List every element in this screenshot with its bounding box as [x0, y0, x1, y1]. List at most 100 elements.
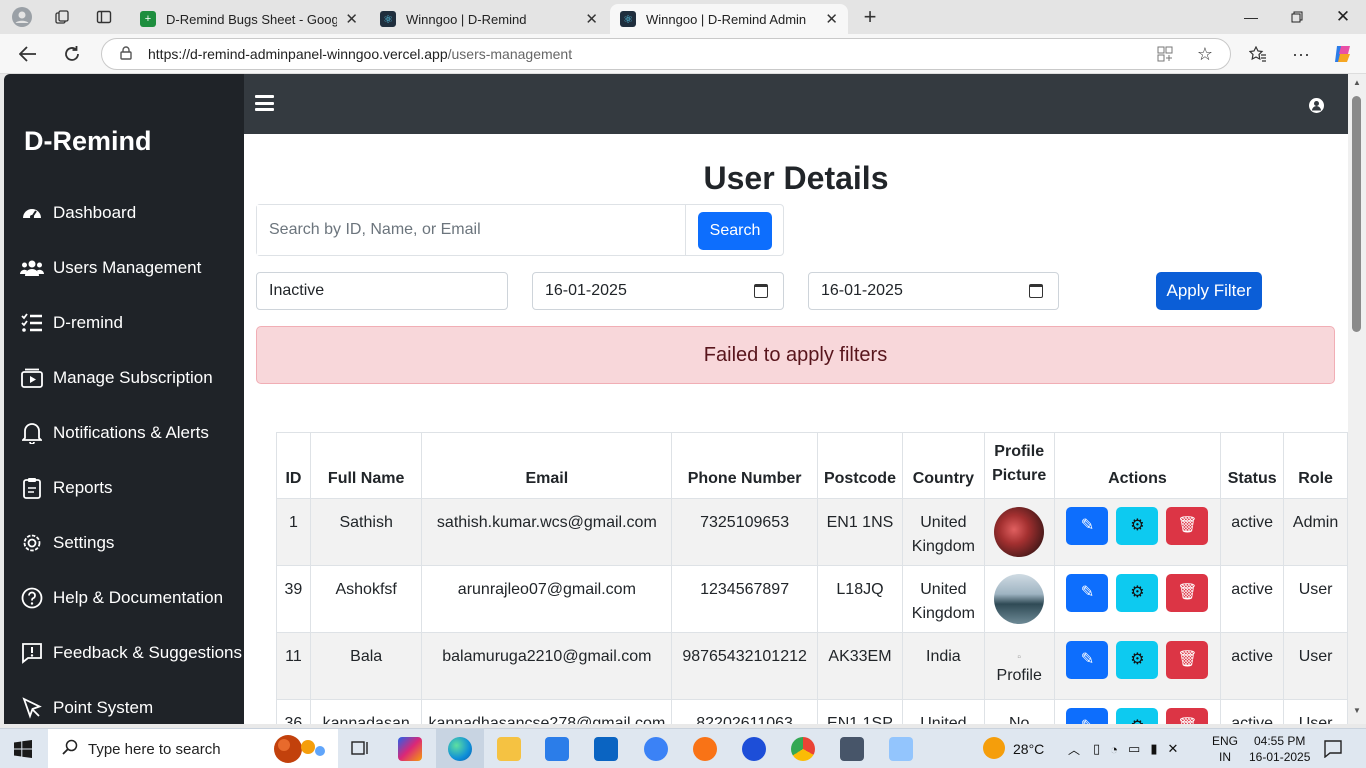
sidebar-item-notifications[interactable]: Notifications & Alerts — [20, 418, 209, 448]
sidebar-item-settings[interactable]: Settings — [20, 528, 114, 558]
sidebar-item-users-management[interactable]: Users Management — [20, 253, 201, 283]
settings-button[interactable]: ⚙ — [1116, 507, 1159, 545]
header-country[interactable]: Country — [901, 432, 985, 499]
delete-button[interactable]: 🗑 — [1166, 641, 1209, 679]
outlook-app-icon[interactable] — [594, 737, 618, 761]
close-tab-icon[interactable]: ✕ — [585, 10, 598, 28]
battery-icon[interactable]: ▮ — [1150, 741, 1157, 757]
site-info-icon[interactable] — [120, 45, 132, 63]
profile-icon[interactable] — [11, 6, 33, 28]
header-status[interactable]: Status — [1220, 432, 1285, 499]
cell-status: active — [1220, 565, 1285, 633]
notification-center-icon[interactable] — [1324, 740, 1342, 763]
edit-button[interactable]: ✎ — [1066, 708, 1109, 724]
sidebar-item-manage-subscription[interactable]: Manage Subscription — [20, 363, 213, 393]
close-tab-icon[interactable]: ✕ — [825, 10, 838, 28]
header-id[interactable]: ID — [276, 432, 311, 499]
app-icon-dark-blue[interactable] — [742, 737, 766, 761]
delete-button[interactable]: 🗑 — [1166, 574, 1209, 612]
edit-button[interactable]: ✎ — [1066, 574, 1109, 612]
url-field[interactable]: https://d-remind-adminpanel-winngoo.verc… — [101, 38, 1231, 70]
main-content: User Details Search Inactive 16-01-2025 … — [244, 134, 1348, 724]
status-filter-select[interactable]: Inactive — [256, 272, 508, 310]
settings-button[interactable]: ⚙ — [1116, 641, 1159, 679]
header-profile-picture[interactable]: Profile Picture — [983, 432, 1055, 499]
sidebar-item-feedback[interactable]: Feedback & Suggestions — [20, 638, 242, 668]
apply-filter-button[interactable]: Apply Filter — [1156, 272, 1262, 310]
taskbar-search-placeholder: Type here to search — [88, 740, 221, 758]
app-icon-light[interactable] — [889, 737, 913, 761]
sidebar-item-point-system[interactable]: Point System — [20, 693, 153, 723]
calendar-icon[interactable] — [1029, 284, 1043, 298]
tab-actions-icon[interactable] — [93, 6, 115, 28]
edit-button[interactable]: ✎ — [1066, 641, 1109, 679]
favorite-star-icon[interactable]: ☆ — [1192, 42, 1218, 66]
delete-button[interactable]: 🗑 — [1166, 708, 1209, 724]
back-icon[interactable] — [15, 42, 41, 66]
search-button[interactable]: Search — [698, 212, 772, 250]
app-available-icon[interactable] — [1152, 42, 1178, 66]
header-phone[interactable]: Phone Number — [671, 432, 818, 499]
hamburger-menu-icon[interactable] — [255, 95, 274, 111]
new-tab-icon[interactable]: + — [859, 4, 881, 29]
cell-actions: ✎ ⚙ 🗑 — [1053, 565, 1222, 633]
app-icon-blue[interactable] — [644, 737, 668, 761]
page-scrollbar[interactable]: ▲ ▼ — [1348, 74, 1366, 724]
workspaces-icon[interactable] — [51, 6, 73, 28]
tray-chevron-icon[interactable]: ︿ — [1068, 729, 1080, 768]
app-icon-orange[interactable] — [693, 737, 717, 761]
scroll-down-icon[interactable]: ▼ — [1353, 706, 1361, 715]
file-explorer-icon[interactable] — [497, 737, 521, 761]
date-from-field[interactable]: 16-01-2025 — [532, 272, 784, 310]
search-input[interactable] — [257, 205, 686, 255]
refresh-icon[interactable] — [59, 42, 85, 66]
scrollbar-thumb[interactable] — [1352, 96, 1361, 332]
sidebar-item-dashboard[interactable]: Dashboard — [20, 198, 136, 228]
close-tab-icon[interactable]: ✕ — [345, 10, 358, 28]
temperature-text[interactable]: 28°C — [1013, 729, 1044, 768]
restore-icon[interactable] — [1274, 4, 1320, 30]
more-menu-icon[interactable]: ··· — [1288, 42, 1314, 66]
close-window-icon[interactable]: ✕ — [1320, 4, 1366, 30]
tab-winngoo-admin[interactable]: ⚛ Winngoo | D-Remind Admin ✕ — [610, 4, 848, 34]
volume-mute-icon[interactable]: ✕ — [1167, 741, 1178, 757]
network-icon[interactable]: ◔ — [1110, 742, 1118, 757]
display-icon[interactable]: ▭ — [1128, 741, 1140, 757]
edit-button[interactable]: ✎ — [1066, 507, 1109, 545]
taskbar-search[interactable]: Type here to search — [48, 729, 338, 768]
edge-app-active[interactable] — [436, 729, 484, 768]
delete-button[interactable]: 🗑 — [1166, 507, 1209, 545]
header-full-name[interactable]: Full Name — [309, 432, 423, 499]
weather-icon[interactable] — [983, 737, 1005, 759]
tab-bugs-sheet[interactable]: + D-Remind Bugs Sheet - Google Sheets ✕ — [130, 4, 368, 34]
clock[interactable]: 04:55 PM 16-01-2025 — [1249, 729, 1310, 768]
favorites-icon[interactable] — [1245, 42, 1271, 66]
copilot-app-icon[interactable] — [398, 737, 422, 761]
sidebar-item-reports[interactable]: Reports — [20, 473, 113, 503]
gear-icon: ⚙ — [1130, 584, 1145, 601]
header-role[interactable]: Role — [1283, 432, 1348, 499]
store-app-icon[interactable] — [545, 737, 569, 761]
user-account-icon[interactable] — [1309, 98, 1324, 113]
calculator-app-icon[interactable] — [840, 737, 864, 761]
scroll-up-icon[interactable]: ▲ — [1353, 78, 1361, 87]
header-postcode[interactable]: Postcode — [816, 432, 903, 499]
language-indicator[interactable]: ENG IN — [1212, 729, 1238, 768]
windows-start-icon[interactable] — [14, 740, 32, 763]
minimize-icon[interactable]: — — [1228, 4, 1274, 30]
tab-winngoo[interactable]: ⚛ Winngoo | D-Remind ✕ — [370, 4, 608, 34]
settings-button[interactable]: ⚙ — [1116, 574, 1159, 612]
calendar-icon[interactable] — [754, 284, 768, 298]
sidebar-item-d-remind[interactable]: D-remind — [20, 308, 123, 338]
header-email[interactable]: Email — [421, 432, 673, 499]
sidebar-item-help[interactable]: Help & Documentation — [20, 583, 223, 613]
task-view-icon[interactable] — [349, 737, 373, 761]
cell-name: Bala — [309, 632, 423, 700]
chrome-app-icon[interactable] — [791, 737, 815, 761]
cell-postcode: EN1 1SP — [816, 699, 903, 724]
copilot-icon[interactable] — [1330, 42, 1356, 66]
tray-app-icon[interactable]: ▯ — [1093, 741, 1100, 757]
settings-button[interactable]: ⚙ — [1116, 708, 1159, 724]
date-to-field[interactable]: 16-01-2025 — [808, 272, 1059, 310]
users-table: ID Full Name Email Phone Number Postcode… — [276, 432, 1348, 724]
